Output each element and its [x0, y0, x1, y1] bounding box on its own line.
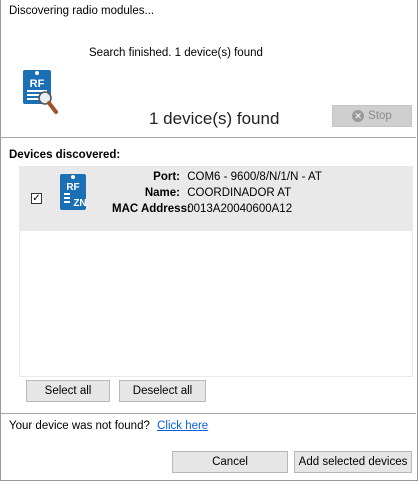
- port-label: Port:: [153, 171, 180, 183]
- devices-section-label: Devices discovered:: [9, 149, 121, 161]
- port-value: COM6 - 9600/8/N/1/N - AT: [187, 171, 322, 183]
- cancel-button[interactable]: Cancel: [172, 451, 288, 473]
- window-title: Discovering radio modules...: [9, 5, 155, 17]
- device-list-item[interactable]: ✓ RF ZN Port: COM6 - 9600/8/N/1/N - AT N…: [20, 167, 412, 231]
- devices-found-summary: 1 device(s) found: [149, 109, 280, 128]
- device-checkbox[interactable]: ✓: [31, 193, 42, 204]
- svg-text:ZN: ZN: [73, 198, 86, 209]
- name-value: COORDINADOR AT: [187, 187, 292, 199]
- separator: [1, 413, 416, 414]
- deselect-all-button[interactable]: Deselect all: [119, 380, 206, 402]
- click-here-link[interactable]: Click here: [157, 420, 208, 432]
- close-circle-icon: ✕: [352, 110, 365, 122]
- status-message: Search finished. 1 device(s) found: [89, 47, 263, 59]
- device-mac-row: MAC Address: 0013A20040600A12: [112, 203, 292, 215]
- select-all-button[interactable]: Select all: [26, 380, 110, 402]
- stop-button-label: Stop: [368, 110, 392, 122]
- svg-text:RF: RF: [30, 78, 45, 90]
- svg-text:RF: RF: [66, 182, 79, 193]
- not-found-row: Your device was not found? Click here: [9, 420, 208, 432]
- device-name-row: Name: COORDINADOR AT: [112, 187, 291, 199]
- mac-value: 0013A20040600A12: [187, 203, 293, 215]
- not-found-text: Your device was not found?: [9, 420, 150, 432]
- rf-search-icon: RF: [23, 70, 58, 114]
- add-selected-devices-button[interactable]: Add selected devices: [294, 451, 412, 473]
- stop-button[interactable]: ✕ Stop: [332, 105, 412, 127]
- device-list: ✓ RF ZN Port: COM6 - 9600/8/N/1/N - AT N…: [19, 166, 413, 377]
- xbee-rf-zn-icon: RF ZN: [60, 174, 87, 210]
- mac-label: MAC Address:: [112, 203, 191, 215]
- separator: [1, 137, 416, 138]
- name-label: Name:: [144, 187, 180, 199]
- device-port-row: Port: COM6 - 9600/8/N/1/N - AT: [112, 171, 322, 183]
